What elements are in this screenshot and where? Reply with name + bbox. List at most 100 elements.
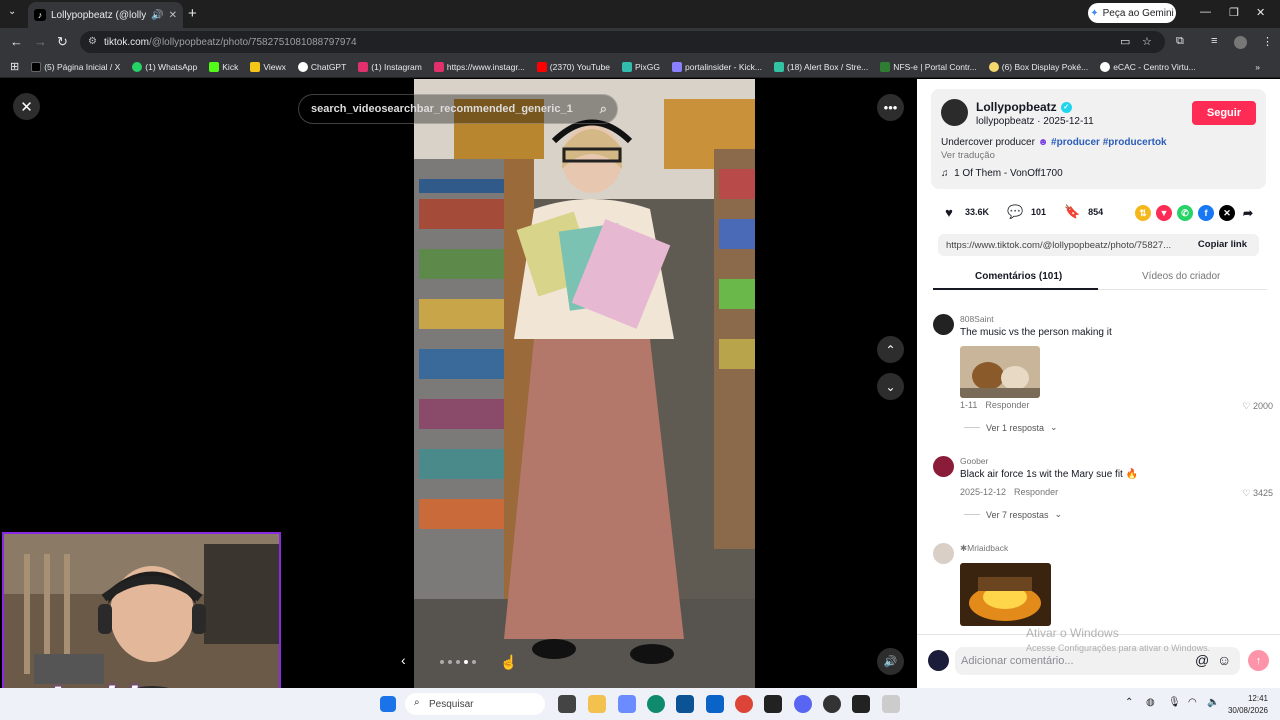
chrome-icon[interactable] xyxy=(735,695,753,713)
bookmark-item[interactable]: (6) Box Display Poké... xyxy=(983,61,1094,72)
hashtag-link[interactable]: #producer xyxy=(1051,137,1100,148)
close-viewer-button[interactable]: ✕ xyxy=(13,93,40,120)
minimize-icon[interactable]: — xyxy=(1200,6,1211,18)
comment-image[interactable] xyxy=(960,346,1040,398)
next-post-button[interactable]: ⌄ xyxy=(877,373,904,400)
gemini-button[interactable]: ✦ Peça ao Gemini xyxy=(1088,3,1176,23)
browser-tab-active[interactable]: ♪ Lollypopbeatz (@lollypopb 🔊 ✕ xyxy=(28,2,183,28)
taskbar-search[interactable]: ⌕ Pesquisar xyxy=(405,693,545,715)
window-close-icon[interactable]: ✕ xyxy=(1256,6,1265,19)
comment-stat[interactable]: 💬 101 xyxy=(1007,204,1046,220)
view-replies-button[interactable]: Ver 1 resposta ⌄ xyxy=(964,422,1058,433)
discord-icon[interactable] xyxy=(794,695,812,713)
commenter-avatar[interactable] xyxy=(933,543,954,564)
facebook-share-icon[interactable]: f xyxy=(1198,205,1214,221)
pagination-dot[interactable] xyxy=(472,660,476,664)
reading-list-icon[interactable]: ≡ xyxy=(1211,35,1217,47)
pagination-dot-active[interactable] xyxy=(464,660,468,664)
bookmark-item[interactable]: (5) Página Inicial / X xyxy=(25,61,126,72)
forward-icon[interactable]: → xyxy=(34,34,47,49)
hashtag-link[interactable]: #producertok xyxy=(1103,137,1167,148)
comment-like[interactable]: ♡ 2000 xyxy=(1242,401,1273,412)
commenter-name[interactable]: 808Saint xyxy=(960,314,994,324)
pagination-dot[interactable] xyxy=(448,660,452,664)
follow-button[interactable]: Seguir xyxy=(1192,101,1256,125)
commenter-avatar[interactable] xyxy=(933,314,954,335)
tab-audio-icon[interactable]: 🔊 xyxy=(151,10,163,21)
cast-icon[interactable]: ▭ xyxy=(1120,35,1130,48)
url-bar[interactable]: ⚙ tiktok.com/@lollypopbeatz/photo/758275… xyxy=(80,31,1165,53)
microphone-icon[interactable]: 🎙 xyxy=(1168,697,1181,708)
bookmark-item[interactable]: (1) WhatsApp xyxy=(126,61,203,72)
pagination-dot[interactable] xyxy=(440,660,444,664)
comment-like[interactable]: ♡ 3425 xyxy=(1242,488,1273,499)
capcut-icon[interactable] xyxy=(764,695,782,713)
bookmark-item[interactable]: (1) Instagram xyxy=(352,61,428,72)
copy-link-button[interactable]: Copiar link xyxy=(1198,239,1247,250)
reply-button[interactable]: Responder xyxy=(985,400,1029,410)
more-bookmarks-icon[interactable]: » xyxy=(1249,62,1266,72)
post-photo[interactable] xyxy=(414,79,755,688)
tab-search-chevron-icon[interactable]: ⌄ xyxy=(8,6,16,17)
previous-photo-icon[interactable]: ‹ xyxy=(401,652,406,668)
emoji-icon[interactable]: ☺ xyxy=(1217,652,1231,668)
profile-avatar[interactable] xyxy=(1234,36,1247,49)
search-icon[interactable]: ⌕ xyxy=(600,101,607,117)
whatsapp-share-icon[interactable]: ✆ xyxy=(1177,205,1193,221)
post-comment-button[interactable]: ↑ xyxy=(1248,650,1269,671)
commenter-name[interactable]: ✱Mrlaidback xyxy=(960,543,1008,554)
reply-button[interactable]: Responder xyxy=(1014,487,1058,497)
music-link[interactable]: ♫ 1 Of Them - VonOff1700 xyxy=(941,168,1063,179)
bookmark-item[interactable]: eCAC - Centro Virtu... xyxy=(1094,61,1202,72)
bookmark-star-icon[interactable]: ☆ xyxy=(1142,35,1152,48)
task-view-icon[interactable] xyxy=(558,695,576,713)
capcut-icon[interactable] xyxy=(852,695,870,713)
see-translation-link[interactable]: Ver tradução xyxy=(941,150,995,161)
tab-comments[interactable]: Comentários (101) xyxy=(975,271,1062,282)
bookmark-item[interactable]: Viewx xyxy=(244,61,292,72)
share-link-text[interactable]: https://www.tiktok.com/@lollypopbeatz/ph… xyxy=(946,240,1171,251)
bookmark-item[interactable]: https://www.instagr... xyxy=(428,61,531,72)
extensions-icon[interactable]: ⧉ xyxy=(1176,35,1184,48)
bookmark-item[interactable]: portalinsider - Kick... xyxy=(666,61,768,72)
tray-chevron-icon[interactable]: ⌃ xyxy=(1125,697,1133,708)
wifi-icon[interactable]: ◠ xyxy=(1188,697,1197,708)
commenter-avatar[interactable] xyxy=(933,456,954,477)
snipping-tool-icon[interactable] xyxy=(882,695,900,713)
bookmark-item[interactable]: Kick xyxy=(203,61,244,72)
bookmark-item[interactable]: (18) Alert Box / Stre... xyxy=(768,61,874,72)
tab-creator-videos[interactable]: Vídeos do criador xyxy=(1142,271,1220,282)
bookmark-item[interactable]: (2370) YouTube xyxy=(531,61,616,72)
edge-icon[interactable] xyxy=(647,695,665,713)
start-icon[interactable] xyxy=(380,696,396,712)
obs-icon[interactable] xyxy=(823,695,841,713)
file-explorer-icon[interactable] xyxy=(588,695,606,713)
network-icon[interactable]: ◍ xyxy=(1146,697,1155,708)
bookmark-item[interactable]: PixGG xyxy=(616,61,666,72)
pagination-dot[interactable] xyxy=(456,660,460,664)
system-clock[interactable]: 12:41 30/08/2026 xyxy=(1226,693,1268,717)
author-name[interactable]: Lollypopbeatz ✓ xyxy=(976,100,1072,114)
store-icon[interactable] xyxy=(676,695,694,713)
site-info-icon[interactable]: ⚙ xyxy=(88,36,97,47)
more-share-icon[interactable]: ➦ xyxy=(1240,205,1256,221)
restore-icon[interactable]: ❐ xyxy=(1229,6,1239,19)
bookmark-item[interactable]: ChatGPT xyxy=(292,61,352,72)
author-handle[interactable]: lollypopbeatz xyxy=(976,116,1034,127)
save-stat[interactable]: 🔖 854 xyxy=(1064,204,1103,220)
apps-grid-icon[interactable]: ⊞ xyxy=(4,60,25,73)
repost-share-icon[interactable]: ⇅ xyxy=(1135,205,1151,221)
x-share-icon[interactable]: ✕ xyxy=(1219,205,1235,221)
tab-close-icon[interactable]: ✕ xyxy=(169,10,177,21)
like-stat[interactable]: ♥ 33.6K xyxy=(941,204,989,220)
copilot-icon[interactable] xyxy=(618,695,636,713)
new-tab-button[interactable]: + xyxy=(188,5,197,22)
my-avatar[interactable] xyxy=(928,650,949,671)
browser-menu-icon[interactable]: ⋮ xyxy=(1262,35,1273,48)
outlook-icon[interactable] xyxy=(706,695,724,713)
commenter-name[interactable]: Goober xyxy=(960,456,988,466)
video-search-bar[interactable]: search_videosearchbar_recommended_generi… xyxy=(298,94,618,124)
volume-button[interactable]: 🔊 xyxy=(877,648,904,675)
author-avatar[interactable] xyxy=(941,99,968,126)
view-replies-button[interactable]: Ver 7 respostas ⌄ xyxy=(964,509,1062,520)
